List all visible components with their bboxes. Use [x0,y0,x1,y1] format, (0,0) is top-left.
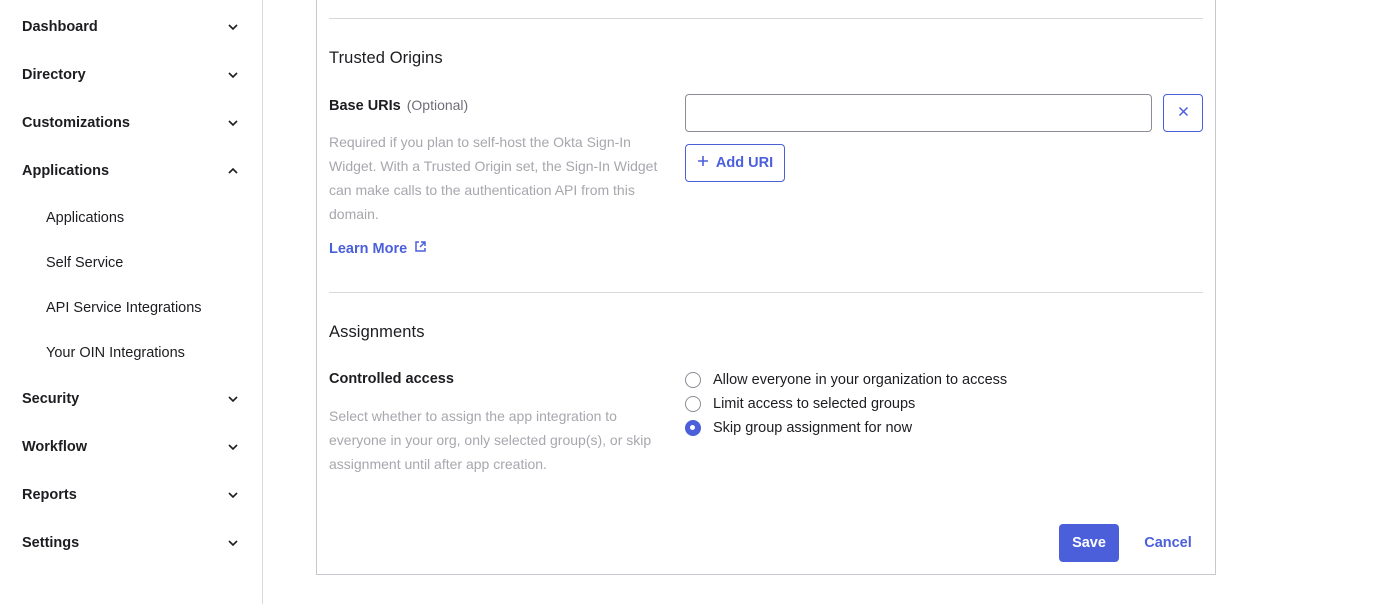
chevron-down-icon [226,20,240,34]
assignments-title: Assignments [329,323,425,341]
controlled-access-label: Controlled access [329,371,454,387]
learn-more-label: Learn More [329,240,408,257]
sidebar-item-label: Directory [22,67,86,83]
cancel-button[interactable]: Cancel [1133,524,1203,562]
chevron-down-icon [226,392,240,406]
sidebar-item-settings[interactable]: Settings [0,523,262,563]
chevron-up-icon [226,164,240,178]
sidebar-item-dashboard[interactable]: Dashboard [0,7,262,47]
sidebar-item-label: Reports [22,487,77,503]
radio-skip-assignment[interactable]: Skip group assignment for now [685,418,912,438]
remove-uri-button[interactable] [1163,94,1203,132]
sidebar-item-label: Security [22,391,80,407]
chevron-down-icon [226,68,240,82]
sidebar-subitem-self-service[interactable]: Self Service [46,248,123,278]
close-icon [1178,104,1189,122]
controlled-access-help-text: Select whether to assign the app integra… [329,408,652,472]
sidebar-item-directory[interactable]: Directory [0,55,262,95]
learn-more-link[interactable]: Learn More [329,240,427,257]
divider [329,292,1203,293]
base-uris-label: Base URIs (Optional) [329,97,468,114]
base-uris-label-text: Base URIs [329,98,401,114]
chevron-down-icon [226,536,240,550]
radio-limit-groups[interactable]: Limit access to selected groups [685,394,915,414]
chevron-down-icon [226,116,240,130]
sidebar-item-customizations[interactable]: Customizations [0,103,262,143]
add-uri-label: Add URI [715,155,774,171]
sidebar-item-applications[interactable]: Applications [0,151,262,191]
sidebar-item-label: Applications [22,163,110,179]
add-uri-button[interactable]: Add URI [685,144,785,182]
sidebar-item-label: Customizations [22,115,130,131]
base-uri-input[interactable] [685,94,1152,132]
sidebar-item-security[interactable]: Security [0,379,262,419]
radio-button-checked[interactable] [685,420,701,436]
chevron-down-icon [226,440,240,454]
radio-label: Limit access to selected groups [713,396,916,412]
base-uris-help-text: Required if you plan to self-host the Ok… [329,134,658,222]
radio-label: Allow everyone in your organization to a… [713,372,1008,388]
optional-tag: (Optional) [406,97,469,113]
app-settings-panel: Trusted Origins Base URIs (Optional) Requ… [316,0,1216,575]
radio-allow-everyone[interactable]: Allow everyone in your organization to a… [685,370,1007,390]
divider [329,18,1203,19]
plus-icon [697,155,709,171]
radio-button[interactable] [685,372,701,388]
sidebar-subitem-applications[interactable]: Applications [46,203,124,233]
sidebar-item-reports[interactable]: Reports [0,475,262,515]
radio-button[interactable] [685,396,701,412]
save-button[interactable]: Save [1059,524,1119,562]
sidebar-item-label: Settings [22,535,80,551]
sidebar-subitem-your-oin-integrations[interactable]: Your OIN Integrations [46,338,185,368]
sidebar-item-label: Workflow [22,439,87,455]
radio-label: Skip group assignment for now [713,420,913,436]
chevron-down-icon [226,488,240,502]
sidebar: Dashboard Directory Customizations Appli… [0,0,263,604]
sidebar-item-workflow[interactable]: Workflow [0,427,262,467]
external-link-icon [414,240,427,257]
sidebar-item-label: Dashboard [22,19,98,35]
sidebar-subitem-api-service-integrations[interactable]: API Service Integrations [46,293,202,323]
trusted-origins-title: Trusted Origins [329,49,443,67]
